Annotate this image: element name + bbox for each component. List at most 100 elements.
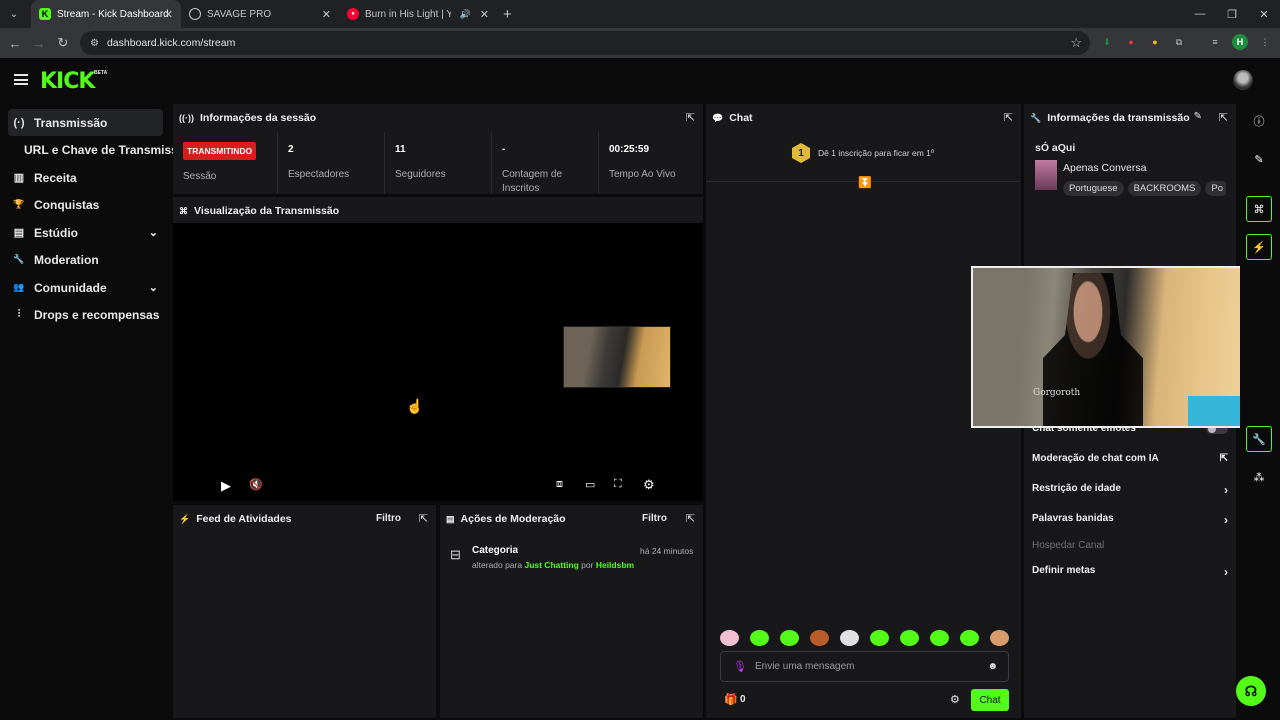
lightning-icon[interactable]: ⚡ bbox=[1246, 234, 1272, 260]
browser-tab-savage[interactable]: SAVAGE PRO ✕ bbox=[181, 0, 339, 28]
minimize-icon[interactable]: — bbox=[1184, 0, 1216, 28]
close-tab-icon[interactable]: ✕ bbox=[480, 8, 489, 21]
streamer-video bbox=[1043, 273, 1143, 426]
chat-input[interactable]: 🎙 Envie uma mensagem ☻ bbox=[720, 651, 1009, 682]
emote-icon[interactable] bbox=[840, 630, 859, 646]
preview-tool-icon[interactable]: ⌘ bbox=[1246, 196, 1272, 222]
emote-icon[interactable] bbox=[720, 630, 739, 646]
info-icon[interactable]: ⓘ bbox=[1246, 108, 1272, 134]
browser-tab-youtube[interactable]: ● Burn in His Light | YouTube 🔊 ✕ bbox=[339, 0, 497, 28]
browser-tab-kick[interactable]: K Stream - Kick Dashboard ✕ bbox=[31, 0, 181, 28]
extension-download-icon[interactable]: ⬇ bbox=[1100, 35, 1114, 49]
help-chat-button[interactable]: ☊ bbox=[1236, 676, 1266, 706]
sidebar-item-stream-key[interactable]: URL e Chave de Transmissão bbox=[8, 136, 192, 163]
browser-menu-icon[interactable]: ⋮ bbox=[1258, 35, 1272, 49]
category-thumbnail bbox=[1035, 160, 1057, 190]
fullscreen-icon[interactable]: ⛶ bbox=[614, 478, 622, 491]
sidebar-item-drops[interactable]: ⫶ Drops e recompensas bbox=[8, 301, 163, 328]
mouse-cursor-icon: ☝ bbox=[406, 398, 424, 414]
speaker-icon[interactable]: 🔊 bbox=[460, 9, 471, 20]
restore-icon[interactable]: ❐ bbox=[1216, 0, 1248, 28]
send-chat-button[interactable]: Chat bbox=[971, 689, 1009, 711]
stream-preview-player[interactable]: ▶ 🔇 ⧈ ▭ ⛶ ⚙ bbox=[173, 223, 703, 501]
emote-icon[interactable] bbox=[870, 630, 889, 646]
edit-pencil-icon[interactable]: ✎ bbox=[1246, 146, 1272, 172]
webcam-overlay[interactable]: Gorgoroth bbox=[971, 266, 1260, 428]
kick-favicon-icon: K bbox=[39, 8, 51, 20]
emote-icon[interactable] bbox=[900, 630, 919, 646]
ai-moderation-row[interactable]: Moderação de chat com IA ⇱ bbox=[1032, 453, 1228, 464]
category-link[interactable]: Just Chatting bbox=[524, 560, 578, 570]
bookmark-star-icon[interactable]: ☆ bbox=[1070, 35, 1082, 51]
trophy-icon: 🏆 bbox=[13, 199, 25, 209]
scroll-down-icon[interactable]: ⏬ bbox=[858, 176, 872, 189]
emote-icon[interactable] bbox=[990, 630, 1009, 646]
popout-icon[interactable]: ⇱ bbox=[1004, 111, 1013, 124]
settings-gear-icon[interactable]: ⚙ bbox=[643, 477, 655, 493]
edit-pencil-icon[interactable]: ✎ bbox=[1194, 111, 1202, 122]
popout-icon[interactable]: ⇱ bbox=[419, 512, 428, 525]
menu-icon[interactable] bbox=[14, 74, 28, 85]
close-tab-icon[interactable]: ✕ bbox=[164, 8, 173, 21]
microphone-icon[interactable]: 🎙 bbox=[733, 660, 747, 673]
sidebar-item-comunidade[interactable]: 👥 Comunidade ⌄ bbox=[8, 274, 163, 301]
banned-words-row[interactable]: Palavras banidas › bbox=[1032, 513, 1228, 527]
emote-icon[interactable] bbox=[750, 630, 769, 646]
site-info-icon[interactable]: ⚙ bbox=[90, 38, 99, 49]
tab-title: Stream - Kick Dashboard bbox=[57, 8, 169, 20]
theater-mode-icon[interactable]: ▭ bbox=[585, 478, 595, 491]
mini-player-icon[interactable]: ⧈ bbox=[556, 478, 563, 491]
emote-icon[interactable] bbox=[930, 630, 949, 646]
close-tab-icon[interactable]: ✕ bbox=[322, 8, 331, 21]
chat-settings-icon[interactable]: ⚙ bbox=[950, 693, 960, 706]
stat-viewers: 2 Espectadores bbox=[278, 132, 385, 194]
user-avatar[interactable] bbox=[1233, 70, 1253, 90]
sidebar-item-estudio[interactable]: ▤ Estúdio ⌄ bbox=[8, 219, 163, 246]
emote-icon[interactable] bbox=[810, 630, 829, 646]
sidebar-item-conquistas[interactable]: 🏆 Conquistas bbox=[8, 191, 163, 218]
kick-logo[interactable]: KICK bbox=[40, 69, 95, 94]
chevron-right-icon: › bbox=[1224, 513, 1228, 527]
studio-icon: ▤ bbox=[13, 227, 25, 239]
sidebar-item-transmissao[interactable]: (·) Transmissão bbox=[8, 109, 163, 136]
forward-icon[interactable]: → bbox=[27, 36, 51, 51]
address-bar[interactable]: ⚙ dashboard.kick.com/stream ☆ bbox=[80, 31, 1090, 55]
wrench-icon[interactable]: 🔧 bbox=[1246, 426, 1272, 452]
tag[interactable]: BACKROOMS bbox=[1127, 181, 1202, 196]
back-icon[interactable]: ← bbox=[3, 36, 27, 51]
emote-icon[interactable] bbox=[780, 630, 799, 646]
extension-red-icon[interactable]: ● bbox=[1124, 35, 1138, 49]
age-restriction-row[interactable]: Restrição de idade › bbox=[1032, 483, 1228, 497]
popout-icon[interactable]: ⇱ bbox=[686, 111, 695, 124]
emote-icon[interactable] bbox=[960, 630, 979, 646]
filter-button[interactable]: Filtro bbox=[376, 513, 401, 524]
popout-icon[interactable]: ⇱ bbox=[1219, 111, 1228, 124]
close-window-icon[interactable]: ✕ bbox=[1248, 0, 1280, 28]
username-link[interactable]: Heildsbm bbox=[596, 560, 634, 570]
tag[interactable]: Portuguese bbox=[1063, 181, 1124, 196]
subscription-goal-banner[interactable]: 1 Dê 1 inscrição para ficar em 1º bbox=[792, 143, 934, 163]
gift-icon[interactable]: 🎁 bbox=[724, 693, 738, 706]
extensions-puzzle-icon[interactable]: ⧉ bbox=[1172, 35, 1186, 49]
new-tab-button[interactable]: + bbox=[503, 6, 512, 23]
sidebar-item-moderation[interactable]: 🔧 Moderation bbox=[8, 246, 163, 273]
reload-icon[interactable]: ↻ bbox=[51, 35, 75, 51]
extension-color-icon[interactable]: ● bbox=[1148, 35, 1162, 49]
emoji-icon[interactable]: ☻ bbox=[987, 661, 998, 672]
community-icon[interactable]: ⁂ bbox=[1246, 464, 1272, 490]
dashboard-sidebar: (·) Transmissão URL e Chave de Transmiss… bbox=[0, 103, 192, 720]
profile-avatar[interactable]: H bbox=[1232, 34, 1248, 50]
mute-icon[interactable]: 🔇 bbox=[249, 478, 263, 491]
media-control-icon[interactable]: ≡ bbox=[1208, 35, 1222, 49]
tab-title: SAVAGE PRO bbox=[207, 8, 272, 20]
rank-badge-icon: 1 bbox=[792, 143, 810, 163]
play-icon[interactable]: ▶ bbox=[221, 478, 231, 494]
sidebar-item-receita[interactable]: ▥ Receita bbox=[8, 164, 163, 191]
popout-icon[interactable]: ⇱ bbox=[686, 512, 695, 525]
filter-button[interactable]: Filtro bbox=[642, 513, 667, 524]
tab-search-dropdown[interactable]: ⌄ bbox=[3, 3, 25, 25]
live-status-badge: TRANSMITINDO bbox=[183, 142, 257, 160]
set-goals-row[interactable]: Definir metas › bbox=[1032, 565, 1228, 579]
panel-title: 🔧 Informações da transmissão bbox=[1030, 112, 1190, 124]
tag[interactable]: Po bbox=[1205, 181, 1226, 196]
